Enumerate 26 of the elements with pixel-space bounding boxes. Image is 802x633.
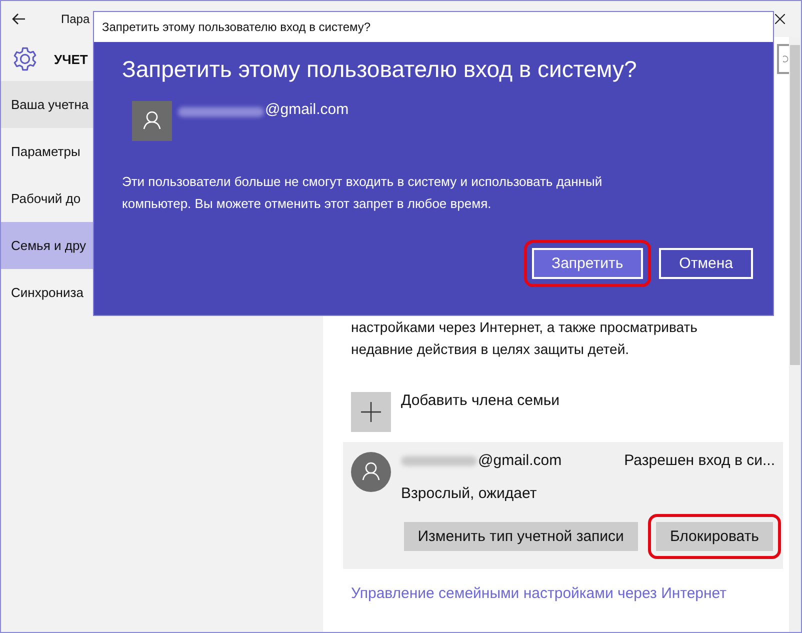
window-title: Пара bbox=[61, 12, 90, 26]
dialog-email: @gmail.com bbox=[265, 101, 349, 118]
member-card[interactable]: @gmail.com Разрешен вход в си... Взрослый, ожидает Изменить тип учетной записи Блокировать bbox=[343, 442, 783, 569]
avatar-icon bbox=[132, 101, 172, 141]
scrollbar[interactable] bbox=[789, 37, 801, 632]
close-icon[interactable] bbox=[775, 14, 785, 24]
confirm-button[interactable]: Запретить bbox=[532, 248, 644, 279]
account-button[interactable]: Изменить тип учетной записи bbox=[404, 522, 638, 551]
family-settings-link[interactable]: Управление семейными настройками через Интернет bbox=[343, 585, 727, 602]
gear-icon bbox=[12, 46, 38, 72]
cancel-button[interactable]: Отмена bbox=[659, 248, 753, 279]
dialog-message: Эти пользователи больше не смогут входить в систему и использовать данный компьютер. Вы можете отменить этот запрет в любое время. bbox=[122, 173, 604, 213]
add-member-button[interactable] bbox=[351, 392, 391, 432]
description-line: недавние действия в целях защиты детей. bbox=[350, 340, 630, 359]
section-title: УЧЕТ bbox=[54, 52, 88, 66]
member-email: @gmail.com bbox=[478, 452, 562, 469]
account-button[interactable]: Блокировать bbox=[656, 522, 773, 551]
description-line: настройками через Интернет, а также просматривать bbox=[350, 318, 698, 337]
add-member-label[interactable]: Добавить члена семьи bbox=[401, 392, 560, 409]
plus-icon bbox=[361, 402, 381, 422]
dialog-heading: Запретить этому пользователю вход в систему? bbox=[122, 56, 638, 83]
member-role: Взрослый, ожидает bbox=[401, 485, 538, 502]
dialog-title: Запретить этому пользователю вход в систему? bbox=[102, 20, 371, 34]
back-icon[interactable] bbox=[12, 13, 26, 25]
member-status: Разрешен вход в си... bbox=[624, 452, 775, 469]
avatar-icon bbox=[351, 452, 391, 492]
